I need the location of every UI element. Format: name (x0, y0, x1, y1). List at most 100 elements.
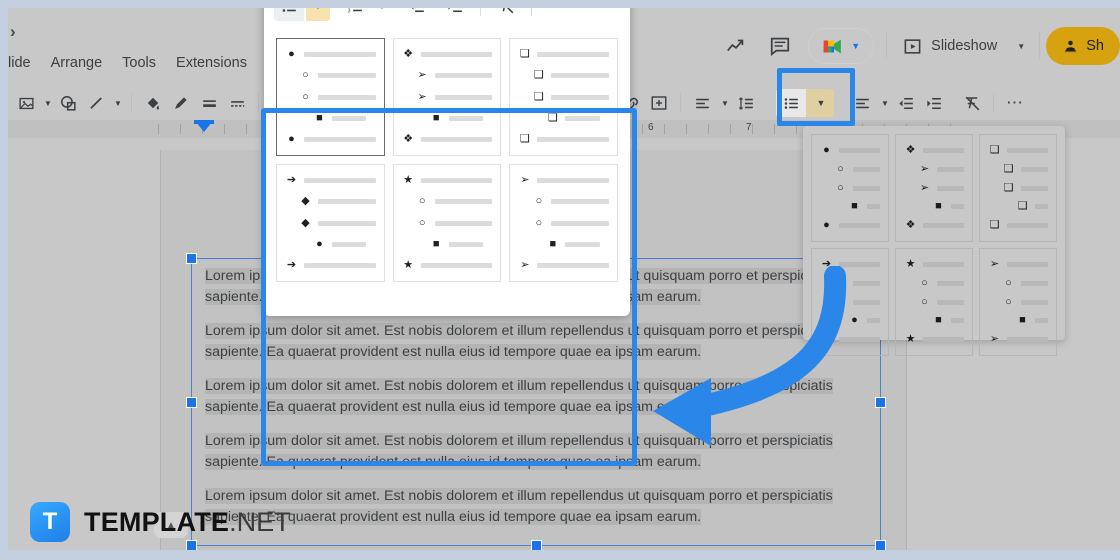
bullet-preview-row: ➢ (904, 163, 964, 175)
bullet-text-placeholder (537, 137, 609, 142)
indent-marker-icon[interactable] (196, 122, 212, 132)
bullet-option-disc-circle-square[interactable]: ● ○ ○ ■ ● (276, 38, 385, 156)
line-icon[interactable] (82, 89, 110, 117)
popup-increase-indent-icon[interactable] (440, 8, 470, 21)
bullet-glyph-icon: ❑ (547, 111, 558, 124)
bullet-glyph-icon: ● (823, 144, 830, 156)
menu-slide[interactable]: lide (8, 55, 41, 71)
resize-handle-ml[interactable] (186, 397, 197, 408)
bullet-popup-toolbar: ▼ 123 ▼ ⋯ (264, 8, 630, 26)
bullet-preview-row: ➔ (820, 334, 880, 345)
bullet-option-arrowhead-circle-square[interactable]: ➢ ○ ○ ■ ➢ (979, 248, 1057, 356)
bullet-text-placeholder (1035, 204, 1048, 210)
popup-more-icon[interactable]: ⋯ (542, 8, 572, 21)
bullet-option-diamondx-arrow-square[interactable]: ❖ ➢ ➢ ■ ❖ (392, 38, 502, 156)
slideshow-button[interactable]: Slideshow (893, 28, 1007, 64)
bullet-option-star-circle-square[interactable]: ★ ○ ○ ■ ★ (895, 248, 973, 356)
bullet-text-placeholder (537, 52, 609, 57)
border-weight-icon[interactable] (195, 89, 223, 117)
bullet-option-diamondx-arrow-square[interactable]: ❖ ➢ ➢ ■ ❖ (895, 134, 973, 242)
bullet-preview-row: ❑ (518, 111, 609, 124)
bullet-preview-row: ➔ (285, 175, 376, 186)
bullet-text-placeholder (1007, 337, 1048, 342)
bullet-preview-row: ● (820, 145, 880, 156)
bullet-preview-row: ● (285, 134, 376, 145)
fill-color-icon[interactable] (139, 89, 167, 117)
header-actions: ▼ Slideshow ▼ Sh (714, 24, 1120, 68)
google-meet-button[interactable]: ▼ (808, 28, 875, 64)
bullet-text-placeholder (434, 199, 493, 205)
bullet-preview-row: ○ (904, 296, 964, 308)
bullet-option-arrow-diamond-disc[interactable]: ➔ ◆ ◆ ● ➔ (811, 248, 889, 356)
clear-formatting-icon[interactable] (958, 89, 986, 117)
bullet-preview-row: ➔ (285, 260, 376, 271)
slide-paragraph[interactable]: Lorem ipsum dolor sit amet. Est nobis do… (205, 376, 865, 418)
bullet-preview-row: ❑ (988, 220, 1048, 231)
share-button[interactable]: Sh (1046, 27, 1120, 65)
bullet-option-arrow-diamond-disc[interactable]: ➔ ◆ ◆ ● ➔ (276, 164, 385, 282)
bulleted-list-caret-icon[interactable]: ▼ (806, 89, 834, 117)
bullet-text-placeholder (420, 52, 493, 57)
decrease-indent-icon[interactable] (892, 89, 920, 117)
popup-bulleted-list-button[interactable] (274, 8, 304, 21)
comment-icon[interactable] (758, 26, 802, 66)
more-options-icon[interactable]: ⋯ (1001, 89, 1029, 117)
slide-paragraph-text: Lorem ipsum dolor sit amet. Est nobis do… (205, 323, 833, 360)
bullet-glyph-icon: ❑ (519, 133, 530, 145)
bullet-preview-row: ❖ (402, 49, 493, 60)
activity-chart-icon[interactable] (714, 26, 758, 66)
insert-comment-icon[interactable] (645, 89, 673, 117)
line-caret-icon[interactable]: ▼ (110, 89, 124, 117)
popup-decrease-indent-icon[interactable] (402, 8, 432, 21)
slideshow-caret-icon[interactable]: ▼ (1007, 26, 1033, 66)
bullet-preview-row: ● (285, 238, 376, 250)
bullet-option-square-hollow[interactable]: ❑ ❑ ❑ ❑ ❑ (979, 134, 1057, 242)
image-caret-icon[interactable]: ▼ (40, 89, 54, 117)
bullet-glyph-icon: ● (823, 219, 830, 231)
popup-numbered-list-button[interactable]: 123 (340, 8, 370, 21)
bullet-glyph-icon: ● (288, 48, 295, 60)
line-spacing-icon[interactable] (732, 89, 760, 117)
slide-paragraph[interactable]: Lorem ipsum dolor sit amet. Est nobis do… (205, 431, 865, 473)
popup-numbered-caret-icon[interactable]: ▼ (372, 8, 392, 21)
bullet-preview-row: ➢ (988, 259, 1048, 270)
google-slides-window: › lide Arrange Tools Extensions Help Las… (8, 8, 1120, 560)
shape-icon[interactable] (54, 89, 82, 117)
bullet-option-square-hollow[interactable]: ❑ ❑ ❑ ❑ ❑ (509, 38, 618, 156)
align-2-icon[interactable] (848, 89, 876, 117)
watermark-name: TEMPLATE (84, 506, 230, 537)
popup-clear-formatting-icon[interactable] (491, 8, 521, 21)
bullet-text-placeholder (551, 220, 609, 226)
popup-bulleted-caret-icon[interactable]: ▼ (306, 8, 330, 21)
border-dash-icon[interactable] (223, 89, 251, 117)
bullet-option-star-circle-square[interactable]: ★ ○ ○ ■ ★ (392, 164, 502, 282)
image-icon[interactable] (12, 89, 40, 117)
increase-indent-icon[interactable] (920, 89, 948, 117)
bullet-glyph-icon: ◆ (301, 216, 310, 229)
bullet-text-placeholder (537, 178, 609, 183)
bullet-glyph-icon: ◆ (836, 276, 845, 289)
border-color-icon[interactable] (167, 89, 195, 117)
bulleted-list-button[interactable] (776, 89, 806, 117)
slide-paragraph[interactable]: Lorem ipsum dolor sit amet. Est nobis do… (205, 321, 865, 363)
meet-caret-icon[interactable]: ▼ (851, 41, 860, 51)
menu-tools[interactable]: Tools (112, 55, 166, 71)
menu-arrange[interactable]: Arrange (41, 55, 113, 71)
bullet-option-disc-circle-square[interactable]: ● ○ ○ ■ ● (811, 134, 889, 242)
align-2-caret-icon[interactable]: ▼ (876, 89, 892, 117)
doc-caret-icon[interactable]: › (10, 22, 16, 42)
bullet-options-menu[interactable]: ▼ 123 ▼ ⋯ ●○○■●❖➢➢■❖❑❑❑❑❑➔◆◆●➔★○○■★➢○○■➢ (264, 8, 630, 316)
slide-paragraph-text: Lorem ipsum dolor sit amet. Est nobis do… (205, 433, 833, 470)
resize-handle-mr[interactable] (875, 397, 886, 408)
bullet-text-placeholder (1021, 166, 1048, 172)
bullet-options-menu-secondary[interactable]: ● ○ ○ ■ ● ❖ ➢ ➢ ■ ❖ ❑ ❑ ❑ ❑ ❑ ➔ ◆ ◆ ● ➔ ★ ○ ○ ■ ★ ➢ ○ ○ ■ ➢ (803, 126, 1065, 356)
menu-extensions[interactable]: Extensions (166, 55, 257, 71)
bullet-option-arrowhead-circle-square[interactable]: ➢ ○ ○ ■ ➢ (509, 164, 618, 282)
resize-handle-tl[interactable] (186, 253, 197, 264)
align-caret-icon[interactable]: ▼ (716, 89, 732, 117)
slide-paragraph-text: Lorem ipsum dolor sit amet. Est nobis do… (205, 378, 833, 415)
slide-paragraph[interactable]: Lorem ipsum dolor sit amet. Est nobis do… (205, 486, 865, 528)
bullet-preview-row: ❑ (518, 91, 609, 103)
align-icon[interactable] (688, 89, 716, 117)
header-divider-2 (1039, 33, 1041, 59)
